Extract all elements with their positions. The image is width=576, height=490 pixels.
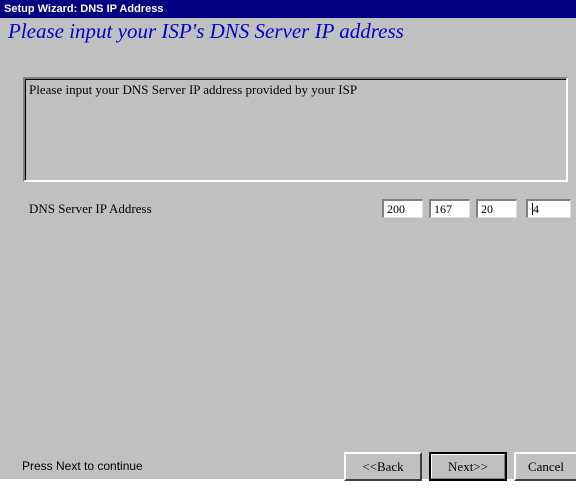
setup-wizard-dialog: Setup Wizard: DNS IP Address Please inpu… xyxy=(0,0,576,481)
dns-ip-octet-4-input[interactable]: 4 xyxy=(526,199,571,218)
dns-ip-octet-2-input[interactable]: 167 xyxy=(429,199,470,218)
back-button[interactable]: <<Back xyxy=(344,452,422,481)
dns-ip-label: DNS Server IP Address xyxy=(29,201,152,216)
description-box: Please input your DNS Server IP address … xyxy=(23,77,568,182)
cancel-button[interactable]: Cancel xyxy=(514,452,576,481)
dns-ip-octet-3-input[interactable]: 20 xyxy=(476,199,517,218)
page-title: Please input your ISP's DNS Server IP ad… xyxy=(8,19,404,43)
next-button-label: Next>> xyxy=(431,454,505,479)
next-button[interactable]: Next>> xyxy=(429,452,507,481)
window-title: Setup Wizard: DNS IP Address xyxy=(0,0,576,18)
status-text: Press Next to continue xyxy=(22,459,143,473)
description-text: Please input your DNS Server IP address … xyxy=(25,79,566,180)
dns-ip-octet-1-value: 200 xyxy=(387,202,405,216)
dns-ip-octet-1-input[interactable]: 200 xyxy=(382,199,423,218)
dns-ip-octet-2-value: 167 xyxy=(434,202,452,216)
dns-ip-octet-4-value: 4 xyxy=(533,202,539,216)
dns-ip-octet-3-value: 20 xyxy=(481,202,493,216)
